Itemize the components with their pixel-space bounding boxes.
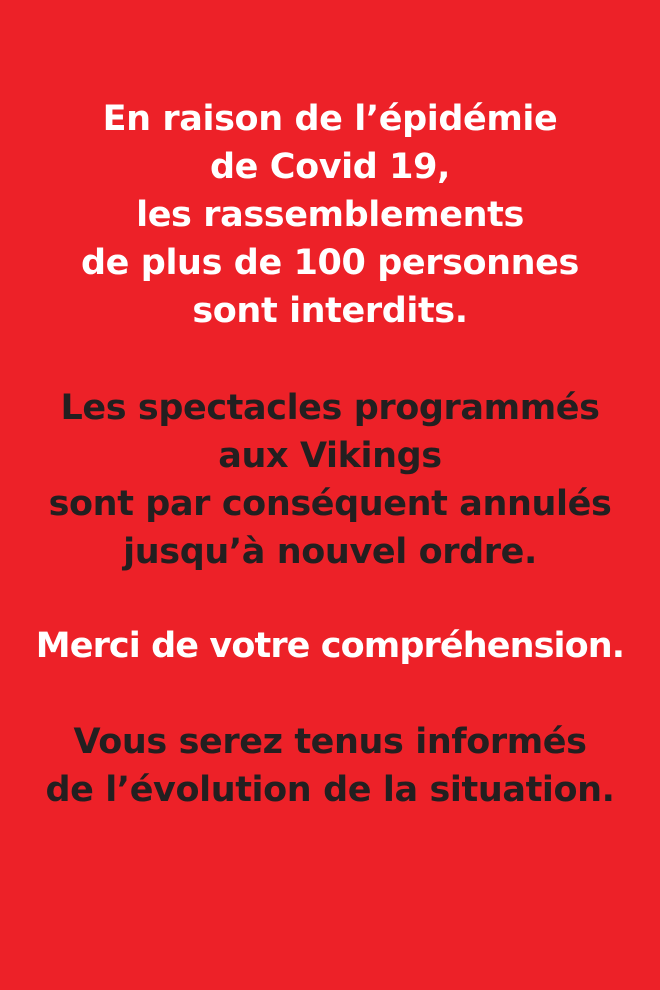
gathering-ban-paragraph: En raison de l’épidémie de Covid 19, les… [0, 95, 660, 335]
shows-cancelled-line-3: sont par conséquent annulés [48, 484, 612, 524]
gathering-ban-line-1: En raison de l’épidémie [102, 99, 558, 139]
updates-paragraph: Vous serez tenus informés de l’évolution… [0, 718, 660, 814]
gathering-ban-line-5: sont interdits. [192, 291, 468, 331]
gathering-ban-line-2: de Covid 19, [210, 147, 450, 187]
gathering-ban-line-4: de plus de 100 personnes [81, 243, 579, 283]
shows-cancelled-line-1: Les spectacles programmés [60, 388, 600, 428]
covid-notice-poster: En raison de l’épidémie de Covid 19, les… [0, 0, 660, 990]
shows-cancelled-line-2: aux Vikings [218, 436, 442, 476]
thank-you-line: Merci de votre compréhension. [35, 626, 625, 666]
updates-line-1: Vous serez tenus informés [73, 722, 587, 762]
gathering-ban-line-3: les rassemblements [136, 195, 524, 235]
thank-you-paragraph: Merci de votre compréhension. [0, 622, 660, 670]
shows-cancelled-paragraph: Les spectacles programmés aux Vikings so… [0, 384, 660, 576]
shows-cancelled-line-4: jusqu’à nouvel ordre. [123, 532, 537, 572]
updates-line-2: de l’évolution de la situation. [45, 770, 615, 810]
